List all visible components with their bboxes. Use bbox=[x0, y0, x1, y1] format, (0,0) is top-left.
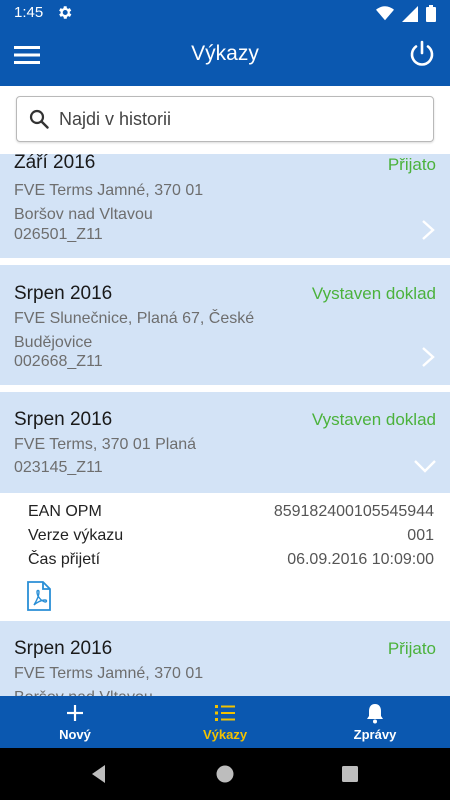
search-input[interactable]: Najdi v historii bbox=[16, 96, 434, 142]
detail-label: Čas přijetí bbox=[28, 551, 101, 568]
report-month: Srpen 2016 bbox=[14, 283, 113, 304]
gear-icon bbox=[59, 6, 72, 19]
nav-label: Výkazy bbox=[202, 727, 248, 742]
report-address: FVE Terms Jamné, 370 01 Boršov nad Vltav… bbox=[14, 182, 204, 223]
nav-messages[interactable]: Zprávy bbox=[300, 696, 450, 748]
status-bar: 1:45 bbox=[0, 0, 450, 26]
report-address: FVE Terms, 370 01 Planá bbox=[14, 436, 197, 453]
detail-label: EAN OPM bbox=[28, 503, 102, 520]
detail-value: 859182400105545944 bbox=[273, 503, 434, 520]
detail-value: 001 bbox=[407, 527, 434, 544]
back-icon[interactable] bbox=[88, 763, 110, 785]
detail-value: 06.09.2016 10:09:00 bbox=[287, 551, 434, 568]
report-code: 026501_Z11 bbox=[14, 226, 103, 243]
report-card[interactable]: Září 2016 Přijato FVE Terms Jamné, 370 0… bbox=[0, 154, 450, 258]
report-list: Září 2016 Přijato FVE Terms Jamné, 370 0… bbox=[0, 154, 450, 696]
report-card[interactable]: Srpen 2016 Vystaven doklad FVE Slunečnic… bbox=[0, 265, 450, 385]
detail-label: Verze výkazu bbox=[28, 527, 124, 544]
report-status: Přijato bbox=[387, 639, 436, 658]
report-detail-panel: EAN OPM 859182400105545944 Verze výkazu … bbox=[0, 493, 450, 621]
nav-new[interactable]: Nový bbox=[0, 696, 150, 748]
system-navigation-bar bbox=[0, 748, 450, 800]
report-status: Přijato bbox=[387, 155, 436, 174]
nav-reports[interactable]: Výkazy bbox=[150, 696, 300, 748]
list-icon bbox=[215, 705, 235, 721]
report-card-expanded[interactable]: Srpen 2016 Vystaven doklad FVE Terms, 37… bbox=[0, 392, 450, 493]
report-code: 002668_Z11 bbox=[14, 353, 103, 370]
report-month: Srpen 2016 bbox=[14, 638, 113, 659]
signal-icon bbox=[402, 5, 418, 22]
report-status: Vystaven doklad bbox=[311, 410, 436, 429]
power-icon[interactable] bbox=[408, 40, 436, 68]
bottom-navigation: Nový Výkazy Zprávy bbox=[0, 696, 450, 748]
page-title: Výkazy bbox=[191, 42, 259, 65]
nav-label: Nový bbox=[59, 727, 91, 742]
search-icon bbox=[29, 109, 49, 129]
status-time: 1:45 bbox=[14, 4, 44, 21]
home-icon[interactable] bbox=[214, 763, 236, 785]
battery-icon bbox=[426, 5, 436, 22]
bell-icon bbox=[367, 704, 383, 724]
report-code: 023145_Z11 bbox=[14, 459, 103, 476]
report-month: Srpen 2016 bbox=[14, 409, 113, 430]
app-bar: Výkazy bbox=[0, 26, 450, 86]
search-section: Najdi v historii bbox=[0, 86, 450, 154]
chevron-right-icon[interactable] bbox=[418, 218, 438, 242]
chevron-down-icon[interactable] bbox=[412, 456, 438, 476]
report-card[interactable]: Srpen 2016 Přijato FVE Terms Jamné, 370 … bbox=[0, 621, 450, 696]
plus-icon bbox=[67, 705, 83, 721]
report-status: Vystaven doklad bbox=[311, 284, 436, 303]
recents-icon[interactable] bbox=[339, 763, 361, 785]
search-placeholder: Najdi v historii bbox=[59, 109, 172, 129]
wifi-icon bbox=[376, 6, 394, 21]
report-month: Září 2016 bbox=[14, 154, 96, 173]
nav-label: Zprávy bbox=[353, 727, 397, 742]
report-address: FVE Terms Jamné, 370 01 Boršov nad Vltav… bbox=[14, 665, 204, 696]
report-address: FVE Slunečnice, Planá 67, České Budějovi… bbox=[14, 310, 255, 351]
chevron-right-icon[interactable] bbox=[418, 345, 438, 369]
pdf-document-icon[interactable] bbox=[26, 581, 52, 611]
